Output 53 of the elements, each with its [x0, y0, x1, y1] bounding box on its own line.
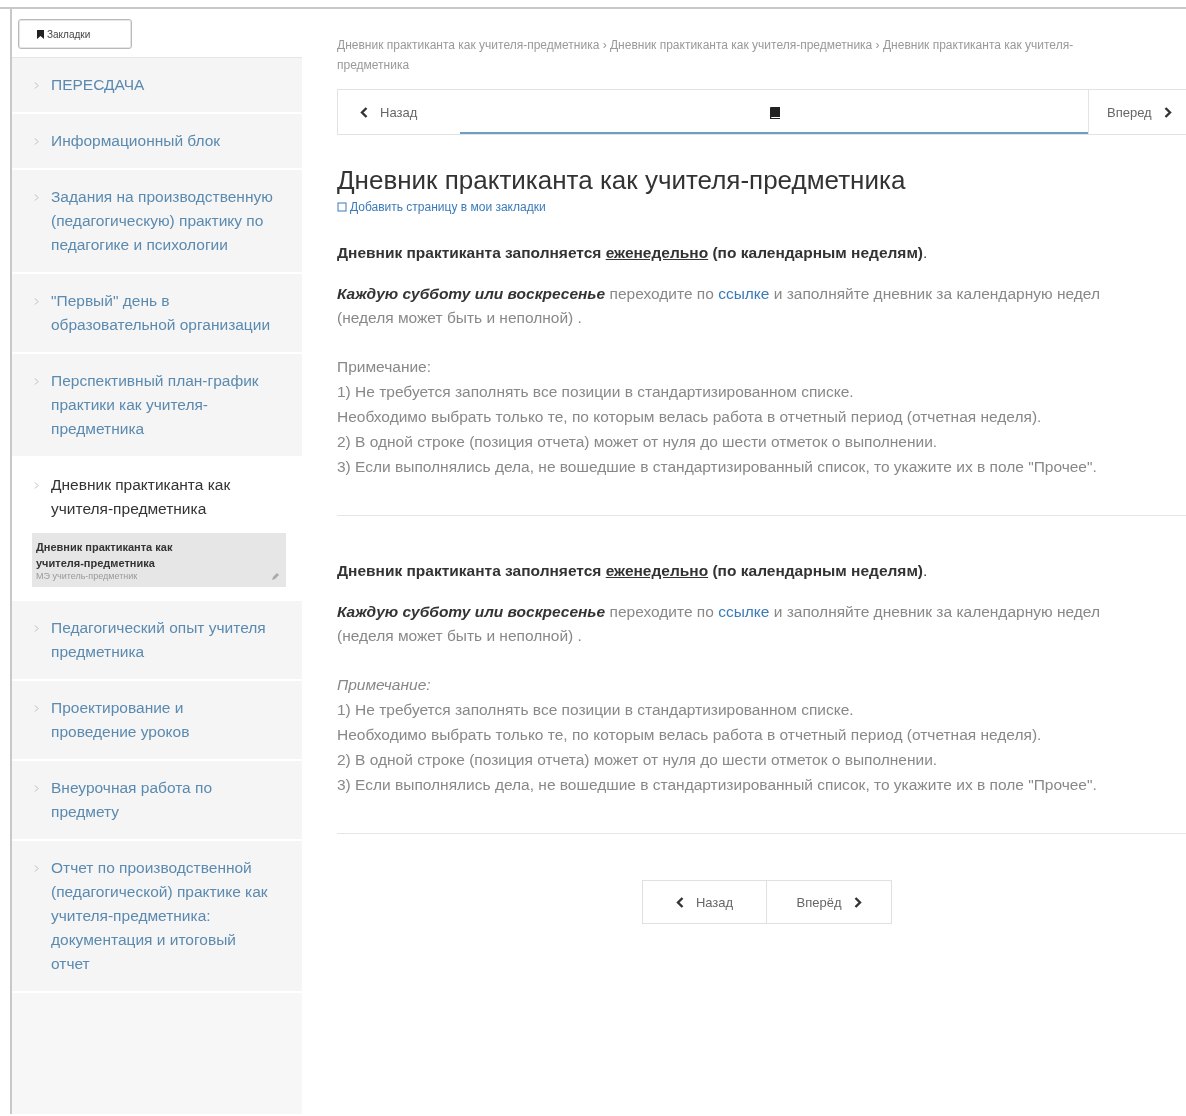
chevron-icon	[34, 138, 39, 145]
sidebar-link[interactable]: Проектирование и проведение уроков	[51, 696, 273, 744]
note-text: 3) Если выполнялись дела, не вошедшие в стандартизированный список, то укажите их в поле "Прочее".	[337, 775, 1098, 795]
back-button[interactable]: Назад	[642, 880, 767, 924]
notice-text: Дневник практиканта заполняется еженедельно (по календарным неделям).	[337, 562, 929, 580]
chevron-left-icon	[360, 106, 368, 118]
bookmarks-button[interactable]: Закладки	[18, 19, 132, 49]
sidebar-link[interactable]: Информационный блок	[51, 129, 273, 153]
chevron-right-icon	[1163, 106, 1172, 118]
sidebar-link[interactable]: "Первый" день в образовательной организации	[51, 289, 273, 337]
breadcrumb: Дневник практиканта как учителя-предметника › Дневник практиканта как учителя-предметника › Дневник практиканта как учителя-предметника	[337, 37, 1075, 74]
chevron-icon	[34, 865, 39, 872]
chevron-icon	[34, 785, 39, 792]
sidebar-link[interactable]: Отчет по производственной (педагогической) практике как учителя-предметника: документация и итоговый отчет	[51, 856, 273, 976]
sidebar-link[interactable]: Задания на производственную (педагогическую) практику по педагогике и психологии	[51, 185, 273, 257]
sidebar-link[interactable]: Педагогический опыт учителя предметника	[51, 616, 273, 664]
note-text: Необходимо выбрать только те, по которым велась работа в отчетный период (отчетная неделя).	[337, 725, 1043, 745]
book-icon	[768, 107, 780, 119]
page-heading: Дневник практиканта как учителя-предметника	[337, 165, 907, 196]
chevron-icon	[34, 625, 39, 632]
chevron-icon	[34, 82, 39, 89]
note-text: 1) Не требуется заполнять все позиции в стандартизированном списке.	[337, 382, 855, 402]
chevron-right-icon	[853, 896, 862, 908]
chevron-icon	[34, 378, 39, 385]
note-label: Примечание:	[337, 675, 432, 695]
sidebar-link[interactable]: Внеурочная работа по предмету	[51, 776, 273, 824]
chevron-icon	[34, 482, 39, 489]
link[interactable]: ссылке	[718, 603, 770, 620]
chevron-left-icon	[675, 896, 684, 908]
note-text: 1) Не требуется заполнять все позиции в стандартизированном списке.	[337, 700, 855, 720]
add-bookmark-link[interactable]: Добавить страницу в мои закладки	[337, 200, 546, 214]
instruction-text: Каждую субботу или воскресенье переходите по ссылке и заполняйте дневник за календарную недел	[337, 602, 1101, 622]
page-subtitle: МЭ учитель-предметник	[36, 571, 138, 581]
forward-button[interactable]: Вперёд	[767, 880, 892, 924]
note-text: Необходимо выбрать только те, по которым велась работа в отчетный период (отчетная неделя).	[337, 407, 1043, 427]
link[interactable]: ссылке	[718, 285, 770, 302]
notice-text: Дневник практиканта заполняется еженедельно (по календарным неделям).	[337, 244, 929, 262]
pencil-icon	[271, 571, 280, 581]
current-page-card[interactable]: Дневник практиканта как учителя-предметника МЭ учитель-предметник	[32, 533, 286, 587]
note-text: 3) Если выполнялись дела, не вошедшие в стандартизированный список, то укажите их в поле "Прочее".	[337, 457, 1098, 477]
instruction-text: (неделя может быть и неполной) .	[337, 626, 583, 646]
chevron-icon	[34, 705, 39, 712]
sidebar-link[interactable]: Дневник практиканта как учителя-предметника	[51, 473, 273, 521]
note-text: 2) В одной строке (позиция отчета) может от нуля до шести отметок о выполнении.	[337, 432, 939, 452]
sidebar-link[interactable]: ПЕРЕСДАЧА	[51, 73, 273, 97]
sidebar-link[interactable]: Перспективный план-график практики как учителя-предметника	[51, 369, 273, 441]
note-text: 2) В одной строке (позиция отчета) может от нуля до шести отметок о выполнении.	[337, 750, 939, 770]
instruction-text: Каждую субботу или воскресенье переходите по ссылке и заполняйте дневник за календарную недел	[337, 284, 1101, 304]
page-title-text: Дневник практиканта как учителя-предметника	[36, 540, 174, 571]
chevron-icon	[34, 298, 39, 305]
chevron-icon	[34, 194, 39, 201]
instruction-text: (неделя может быть и неполной) .	[337, 308, 583, 328]
note-label: Примечание:	[337, 357, 433, 377]
